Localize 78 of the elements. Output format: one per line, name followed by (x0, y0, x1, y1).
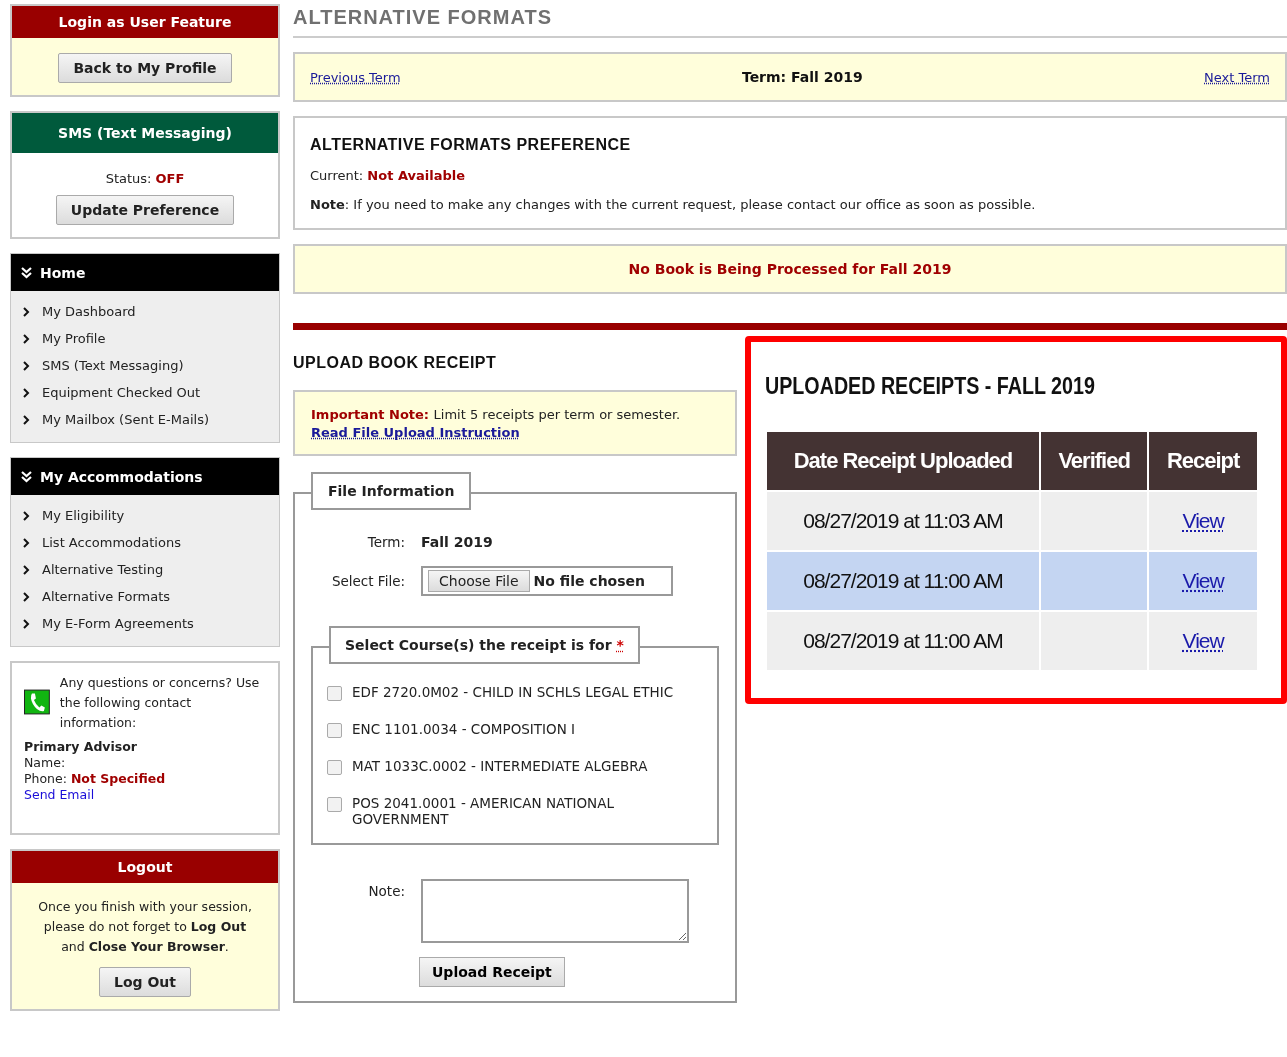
date-cell: 08/27/2019 at 11:00 AM (766, 611, 1040, 671)
view-link[interactable]: View (1182, 629, 1224, 652)
chevron-right-icon (23, 414, 30, 425)
date-cell: 08/27/2019 at 11:03 AM (766, 491, 1040, 551)
checkbox[interactable] (327, 723, 342, 738)
course-label: MAT 1033C.0002 - INTERMEDIATE ALGEBRA (352, 758, 648, 774)
section-heading: ALTERNATIVE FORMATS PREFERENCE (310, 136, 632, 154)
note-text: Note: If you need to make any changes with the current request, please contact our office as soon as possible. (310, 197, 1037, 212)
term-label: Term: (366, 534, 406, 550)
column-header: Date Receipt Uploaded (766, 431, 1040, 491)
column-header: Receipt (1148, 431, 1258, 491)
section-heading: UPLOADED RECEIPTS - FALL 2019 (765, 372, 1096, 400)
menu-item[interactable]: Alternative Testing (11, 556, 279, 583)
fieldset-legend: File Information (311, 472, 472, 510)
advisor-heading: Primary Advisor (24, 739, 138, 755)
course-label: EDF 2720.0M02 - CHILD IN SCHLS LEGAL ETHIC (352, 684, 674, 700)
menu-item[interactable]: My Eligibility (11, 502, 279, 529)
chevron-right-icon (23, 591, 30, 602)
logout-message: Once you finish with your session, please do not forget to Log Out and Close Your Browser. (37, 898, 253, 956)
previous-term-link[interactable]: Previous Term (310, 69, 401, 85)
status-label: Status: (105, 171, 153, 186)
chevron-right-icon (23, 306, 30, 317)
instruction-link[interactable]: Read File Upload Instruction (311, 425, 520, 440)
processing-notice: No Book is Being Processed for Fall 2019 (293, 244, 1287, 294)
back-to-profile-button[interactable]: Back to My Profile (58, 53, 232, 83)
chevron-right-icon (23, 360, 30, 371)
current-value: Not Available (367, 168, 465, 183)
important-text: Limit 5 receipts per term or semester. (433, 407, 681, 422)
menu-item[interactable]: Equipment Checked Out (11, 379, 279, 406)
update-preference-button[interactable]: Update Preference (55, 195, 235, 225)
panel-header: Login as User Feature (12, 6, 278, 38)
chevron-right-icon (23, 510, 30, 521)
course-label: POS 2041.0001 - AMERICAN NATIONAL GOVERNMENT (352, 795, 615, 827)
menu-item[interactable]: Alternative Formats (11, 583, 279, 610)
note-label: Note: (367, 882, 406, 899)
section-heading: UPLOAD BOOK RECEIPT (293, 353, 498, 372)
panel-header: Logout (12, 851, 278, 883)
send-email-link[interactable]: Send Email (24, 787, 95, 802)
file-input[interactable]: Choose File No file chosen (421, 566, 673, 596)
note-field[interactable] (421, 879, 689, 943)
term-value: Fall 2019 (421, 534, 493, 550)
chevron-right-icon (23, 333, 30, 344)
panel-header: SMS (Text Messaging) (12, 113, 278, 153)
course-label: ENC 1101.0034 - COMPOSITION I (352, 721, 576, 737)
menu-item[interactable]: My Mailbox (Sent E-Mails) (11, 406, 279, 433)
menu-item[interactable]: List Accommodations (11, 529, 279, 556)
next-term-link[interactable]: Next Term (1204, 69, 1270, 85)
required-mark: * (616, 637, 624, 653)
view-link[interactable]: View (1182, 569, 1224, 592)
status-value: OFF (155, 171, 185, 186)
chevron-right-icon (23, 387, 30, 398)
view-link[interactable]: View (1182, 509, 1224, 532)
page-title: ALTERNATIVE FORMATS (293, 0, 1287, 38)
important-label: Important Note: (311, 407, 431, 422)
log-out-button[interactable]: Log Out (99, 967, 191, 997)
menu-item[interactable]: SMS (Text Messaging) (11, 352, 279, 379)
current-term: Term: Fall 2019 (741, 69, 863, 85)
checkbox[interactable] (327, 797, 342, 812)
checkbox[interactable] (327, 760, 342, 775)
chevron-right-icon (23, 618, 30, 629)
menu-header[interactable]: Home (11, 254, 279, 291)
menu-item[interactable]: My E-Form Agreements (11, 610, 279, 637)
course-legend: Select Course(s) the receipt is for * (329, 626, 640, 664)
file-label: Select File: (330, 573, 406, 589)
checkbox[interactable] (327, 686, 342, 701)
name-label: Name: (24, 755, 66, 770)
chevron-right-icon (23, 537, 30, 548)
upload-receipt-button[interactable]: Upload Receipt (419, 957, 565, 987)
current-label: Current: (310, 168, 365, 183)
phone-value: Not Specified (70, 771, 166, 786)
menu-item[interactable]: My Dashboard (11, 298, 279, 325)
chevron-right-icon (23, 564, 30, 575)
phone-label: Phone: (24, 771, 68, 786)
menu-header[interactable]: My Accommodations (11, 458, 279, 495)
menu-item[interactable]: My Profile (11, 325, 279, 352)
date-cell: 08/27/2019 at 11:00 AM (766, 551, 1040, 611)
contact-intro: Any questions or concerns? Use the following contact information: (59, 674, 261, 732)
column-header: Verified (1040, 431, 1149, 491)
